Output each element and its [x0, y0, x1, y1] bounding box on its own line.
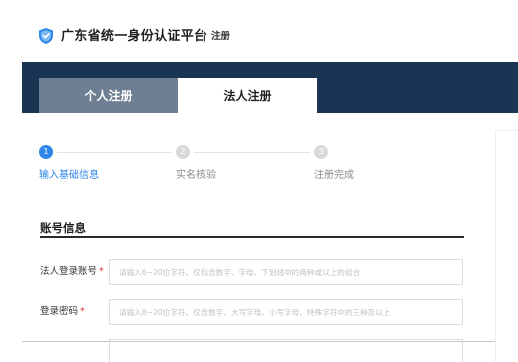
section-title: 账号信息: [40, 221, 86, 235]
title-divider: [203, 31, 204, 43]
tab-banner: 个人注册 法人注册: [22, 62, 518, 113]
step-3-indicator: 3: [314, 145, 328, 159]
required-mark: *: [80, 306, 85, 317]
next-field-input[interactable]: [109, 339, 463, 362]
password-label: 登录密码 *: [40, 306, 85, 318]
page-subtitle: 注册: [211, 31, 231, 42]
required-mark: *: [99, 266, 104, 277]
field-label-text: 法人登录账号: [40, 266, 98, 277]
section-divider: [40, 236, 464, 238]
step-connector: [194, 152, 310, 153]
step-3-label: 注册完成: [314, 170, 354, 181]
password-input[interactable]: [109, 299, 463, 325]
side-panel: [495, 130, 518, 362]
step-2-indicator: 2: [176, 145, 190, 159]
legal-account-input[interactable]: [109, 259, 463, 285]
legal-account-label: 法人登录账号 *: [40, 266, 104, 278]
field-label-text: 登录密码: [40, 306, 79, 317]
tab-legal-registration[interactable]: 法人注册: [178, 78, 317, 113]
step-1-indicator: 1: [39, 145, 53, 159]
step-1-label: 输入基础信息: [39, 170, 99, 181]
shield-icon: [39, 28, 53, 44]
site-title: 广东省统一身份认证平台: [61, 29, 208, 44]
site-header: 广东省统一身份认证平台 注册: [0, 0, 518, 62]
step-connector: [57, 152, 172, 153]
step-2-label: 实名核验: [176, 170, 216, 181]
registration-page: 广东省统一身份认证平台 注册 个人注册 法人注册 1 2 3 输入基础信息 实名…: [0, 0, 518, 362]
viewport-bottom-edge: [22, 341, 495, 342]
tab-personal-registration[interactable]: 个人注册: [39, 78, 178, 113]
